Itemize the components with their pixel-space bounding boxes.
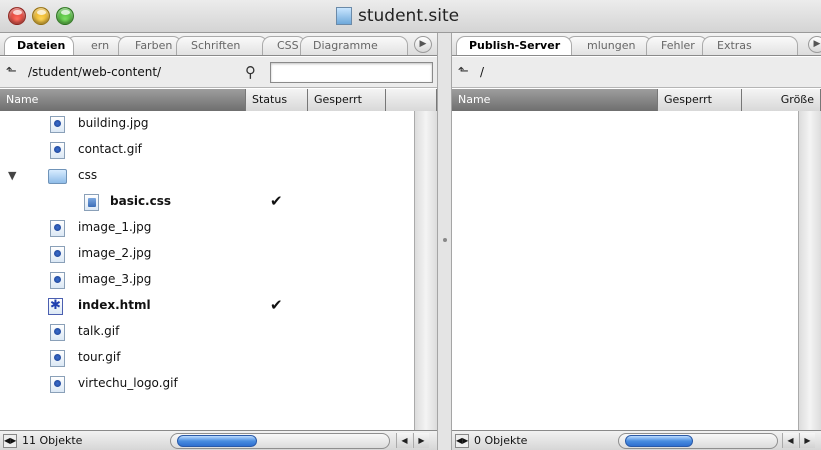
tab-extras[interactable]: Extras — [702, 36, 798, 55]
parent-folder-icon[interactable]: ⬑ — [6, 65, 24, 79]
search-icon[interactable]: ⚲ — [245, 63, 256, 81]
list-item[interactable]: image_1.jpg — [0, 215, 414, 241]
right-scroll-thumb[interactable] — [625, 435, 693, 447]
image-file-icon — [50, 116, 65, 133]
column-name[interactable]: Name — [452, 89, 658, 111]
left-vertical-scrollbar[interactable] — [414, 111, 437, 430]
column-groesse[interactable]: Größe — [742, 89, 821, 111]
image-file-icon — [50, 246, 65, 263]
tab-overflow-arrow-icon[interactable]: ▶ — [808, 36, 821, 53]
object-count: 11 Objekte — [22, 434, 83, 447]
list-item[interactable]: basic.css ✔ — [0, 189, 414, 215]
tab-fehler[interactable]: Fehler — [646, 36, 708, 55]
column-toggle-icon[interactable]: ◀▶ — [455, 434, 469, 448]
image-file-icon — [50, 220, 65, 237]
column-gesperrt[interactable]: Gesperrt — [308, 89, 386, 111]
column-gesperrt[interactable]: Gesperrt — [658, 89, 742, 111]
image-file-icon — [50, 376, 65, 393]
column-toggle-icon[interactable]: ◀▶ — [3, 434, 17, 448]
list-item[interactable]: image_2.jpg — [0, 241, 414, 267]
list-item[interactable]: tour.gif — [0, 345, 414, 371]
site-document-icon — [336, 7, 352, 25]
image-file-icon — [50, 350, 65, 367]
column-status[interactable]: Status — [246, 89, 308, 111]
image-file-icon — [50, 272, 65, 289]
right-tabbar: Publish-Server mlungen Fehler Extras ▶ — [452, 33, 821, 56]
close-window-button[interactable] — [8, 7, 26, 25]
image-file-icon — [50, 142, 65, 159]
server-file-list — [452, 111, 798, 430]
disclosure-triangle-icon[interactable]: ▼ — [8, 169, 16, 182]
list-item-folder[interactable]: ▼ css — [0, 163, 414, 189]
left-tabbar: Dateien ern Farben Schriften CSS Diagram… — [0, 33, 437, 56]
css-file-icon — [84, 194, 99, 211]
splitter-grip-icon — [443, 238, 447, 242]
right-pathbar: ⬑ / — [452, 57, 821, 88]
left-statusbar: ◀▶ 11 Objekte ◀ ▶ — [0, 430, 437, 450]
object-count: 0 Objekte — [474, 434, 528, 447]
minimize-window-button[interactable] — [32, 7, 50, 25]
scroll-right-arrow-icon[interactable]: ▶ — [413, 433, 429, 448]
scroll-right-arrow-icon[interactable]: ▶ — [799, 433, 815, 448]
folder-icon — [48, 169, 67, 184]
tab-publish-server[interactable]: Publish-Server — [456, 36, 572, 55]
scroll-left-arrow-icon[interactable]: ◀ — [396, 433, 412, 448]
column-name[interactable]: Name — [0, 89, 246, 111]
list-item[interactable]: index.html ✔ — [0, 293, 414, 319]
publish-pane: Publish-Server mlungen Fehler Extras ▶ ⬑… — [452, 33, 821, 450]
files-pane: Dateien ern Farben Schriften CSS Diagram… — [0, 33, 437, 450]
scroll-left-arrow-icon[interactable]: ◀ — [782, 433, 798, 448]
list-item[interactable]: image_3.jpg — [0, 267, 414, 293]
right-column-header: Name Gesperrt Größe — [452, 89, 821, 111]
search-input[interactable] — [270, 62, 433, 83]
list-item[interactable]: virtechu_logo.gif — [0, 371, 414, 397]
tab-farben[interactable]: Farben — [118, 36, 182, 55]
status-checkmark-icon: ✔ — [270, 192, 283, 210]
window-title-text: student.site — [358, 6, 460, 26]
window-title: student.site — [336, 6, 459, 26]
left-horizontal-scrollbar[interactable] — [170, 433, 390, 449]
left-pathbar: ⬑ /student/web-content/ ⚲ — [0, 57, 437, 88]
file-list: building.jpg contact.gif ▼ css basic.css… — [0, 111, 414, 430]
window-titlebar: student.site — [0, 0, 821, 33]
tab-ern[interactable]: ern — [66, 36, 124, 55]
left-scroll-thumb[interactable] — [177, 435, 257, 447]
right-horizontal-scrollbar[interactable] — [618, 433, 778, 449]
right-vertical-scrollbar[interactable] — [798, 111, 821, 430]
column-empty — [386, 89, 437, 111]
tab-schriften[interactable]: Schriften — [176, 36, 268, 55]
list-item[interactable]: contact.gif — [0, 137, 414, 163]
pane-splitter[interactable] — [437, 33, 452, 450]
list-item[interactable]: talk.gif — [0, 319, 414, 345]
tab-overflow-arrow-icon[interactable]: ▶ — [414, 36, 432, 53]
left-column-header: Name Status Gesperrt — [0, 89, 437, 111]
html-file-icon — [48, 298, 63, 315]
server-path: / — [480, 65, 485, 79]
current-path: /student/web-content/ — [28, 65, 162, 79]
right-statusbar: ◀▶ 0 Objekte ◀ ▶ — [452, 430, 821, 450]
image-file-icon — [50, 324, 65, 341]
parent-folder-icon[interactable]: ⬑ — [458, 65, 476, 79]
status-checkmark-icon: ✔ — [270, 296, 283, 314]
tab-dateien[interactable]: Dateien — [4, 36, 74, 55]
tab-verbindungen[interactable]: mlungen — [566, 36, 652, 55]
tab-diagramme[interactable]: Diagramme — [300, 36, 408, 55]
zoom-window-button[interactable] — [56, 7, 74, 25]
list-item[interactable]: building.jpg — [0, 111, 414, 137]
